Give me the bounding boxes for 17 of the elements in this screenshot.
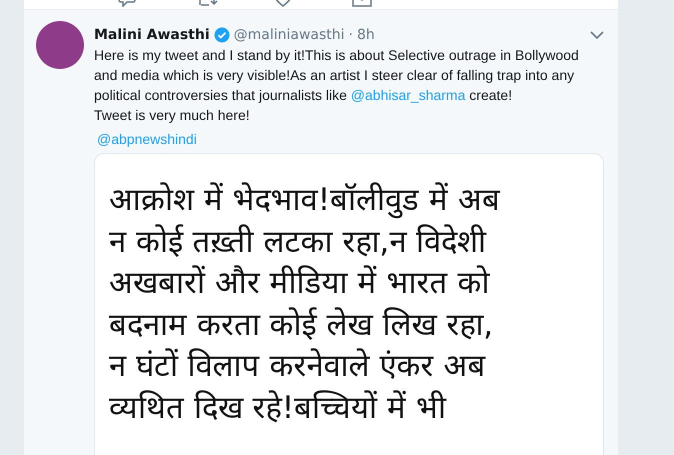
user-name[interactable]: Malini Awasthi xyxy=(94,27,210,43)
tweet-time[interactable]: 8h xyxy=(357,27,375,43)
mention-link[interactable]: @abhisar_sharma xyxy=(350,87,466,103)
image-text-line: बदनाम करता कोई लेख लिख रहा, xyxy=(109,306,494,344)
tweet-text: Tweet is very much here! xyxy=(94,106,251,125)
image-text-line: आक्रोश में भेदभाव!बॉलीवुड में अब xyxy=(109,181,502,220)
user-handle[interactable]: @maliniawasthi xyxy=(234,27,345,43)
avatar xyxy=(36,21,84,69)
image-text-line: अखबारों और मीडिया में भारत को xyxy=(109,264,491,303)
mention-link[interactable]: @abpnewshindi xyxy=(97,129,197,149)
chevron-down-icon[interactable] xyxy=(590,30,604,40)
tweet-text: Here is my tweet and I stand by it!This is about Selective outrage in Bollywood and media which is very visible!As an artist I steer clear of falling trap into any political controversies that journalists like @abhisar_sharma create! xyxy=(94,46,580,105)
image-text-line: न घंटों विलाप करनेवाले एंकर अब xyxy=(109,347,487,386)
image-text-line: न कोई तख़्ती लटका रहा,न विदेशी xyxy=(109,222,488,262)
image-text-line: व्यथित दिख रहे!बच्चियों में भी xyxy=(109,388,448,428)
separator: · xyxy=(348,27,353,43)
image-card[interactable]: आक्रोश में भेदभाव!बॉलीवुड में अब न कोई तख़्ती लटका रहा,न विदेशी अखबारों और मीडिया में भारत को बदनाम करता कोई लेख लिख रहा, न घंटों विलाप करनेवाले एंकर अब व्यथित दिख रहे!बच्चियों में भी xyxy=(94,153,604,455)
